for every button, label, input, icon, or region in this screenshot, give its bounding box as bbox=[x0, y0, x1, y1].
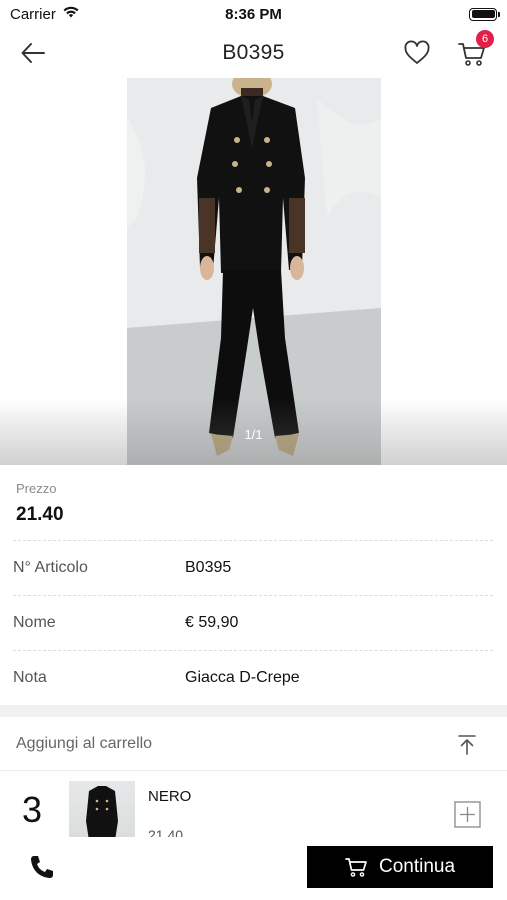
divider bbox=[13, 540, 493, 541]
wifi-icon bbox=[62, 5, 80, 23]
detail-key: Nota bbox=[13, 669, 47, 686]
heart-icon[interactable] bbox=[402, 38, 432, 68]
section-divider bbox=[0, 705, 507, 717]
phone-icon[interactable] bbox=[28, 853, 56, 881]
gallery-pager: 1/1 bbox=[244, 427, 263, 442]
price-label: Prezzo bbox=[16, 481, 57, 496]
divider bbox=[13, 595, 493, 596]
battery-icon bbox=[469, 7, 500, 21]
detail-key: Nome bbox=[13, 614, 56, 631]
divider bbox=[13, 650, 493, 651]
detail-value: € 59,90 bbox=[185, 614, 239, 631]
battery-fill bbox=[471, 10, 495, 18]
detail-row-name: Nome € 59,90 bbox=[0, 595, 507, 650]
cart-count-badge: 6 bbox=[476, 30, 494, 48]
item-price: 21.40 bbox=[148, 827, 184, 837]
continue-button[interactable]: Continua bbox=[307, 846, 493, 888]
add-to-cart-header: Aggiungi al carrello bbox=[0, 717, 507, 771]
status-bar: Carrier 8:36 PM bbox=[0, 0, 507, 28]
cart-item-row: 3 NERO 21.40 bbox=[0, 771, 507, 837]
item-color: NERO bbox=[148, 788, 192, 805]
status-left: Carrier bbox=[10, 5, 80, 23]
continue-label: Continua bbox=[378, 856, 456, 877]
cart-icon bbox=[345, 858, 367, 877]
product-gallery[interactable]: 1/1 bbox=[0, 78, 507, 465]
nav-bar: B0395 bbox=[0, 28, 507, 78]
detail-value: Giacca D-Crepe bbox=[185, 669, 300, 686]
detail-key: N° Articolo bbox=[13, 559, 88, 576]
bottom-bar: Continua bbox=[0, 837, 507, 900]
detail-value: B0395 bbox=[185, 559, 232, 576]
detail-row-article: N° Articolo B0395 bbox=[0, 540, 507, 595]
item-thumbnail bbox=[69, 781, 135, 837]
price-value: 21.40 bbox=[16, 504, 64, 525]
item-quantity[interactable]: 3 bbox=[22, 789, 42, 831]
scroll-top-icon[interactable] bbox=[455, 733, 479, 757]
carrier-label: Carrier bbox=[10, 5, 56, 23]
plus-icon[interactable] bbox=[454, 801, 481, 828]
page-title: B0395 bbox=[222, 41, 285, 64]
product-details: Prezzo 21.40 N° Articolo B0395 Nome € 59… bbox=[0, 465, 507, 705]
back-arrow-icon[interactable] bbox=[18, 38, 48, 68]
detail-row-note: Nota Giacca D-Crepe bbox=[0, 650, 507, 705]
add-to-cart-label: Aggiungi al carrello bbox=[16, 735, 153, 752]
